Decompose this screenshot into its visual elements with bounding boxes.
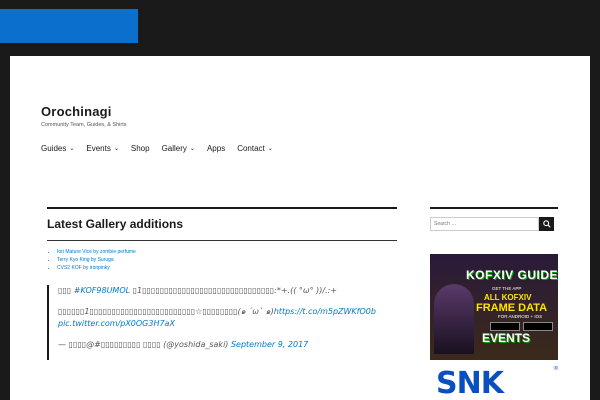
section-title: Latest Gallery additions (47, 217, 184, 231)
nav-item-events[interactable]: Events ⌄ (86, 144, 119, 153)
hashtag-link[interactable]: #KOF98UMOL (74, 286, 130, 295)
nav-item-label: Apps (206, 144, 226, 153)
promo-all-kofxiv: ALL KOFXIV (484, 293, 532, 302)
promo-platforms: FOR ANDROID + IOS (498, 314, 543, 319)
nav-item-label: Gallery (161, 144, 187, 153)
tweet-url-link[interactable]: https://t.co/m5pZWKfO0b (274, 307, 376, 316)
promo-title: KOFXIV GUIDE (466, 268, 558, 282)
snk-logo-text: SNK (436, 366, 504, 396)
search-icon (542, 220, 551, 228)
snk-sponsor-logo[interactable]: SNK ® (430, 366, 558, 396)
tweet-text: ▯▯▯▯▯▯1▯▯▯▯▯▯▯▯▯▯▯▯▯▯▯▯▯▯▯▯▯▯▯▯☆▯▯▯▯▯▯▯▯… (58, 307, 274, 316)
nav-item-guides[interactable]: Guides ⌄ (41, 144, 74, 153)
nav-item-label: Guides (41, 144, 67, 153)
gallery-section: Latest Gallery additions Iori Mature Vic… (47, 207, 397, 273)
character-art (434, 284, 474, 354)
nav-item-shop[interactable]: Shop (131, 144, 150, 153)
store-badges (490, 322, 553, 331)
tweet-byline: — ▯▯▯▯@#▯▯▯▯▯▯▯▯▯ ▯▯▯▯ (@yoshida_saki) S… (58, 339, 408, 351)
chevron-down-icon: ⌄ (189, 146, 195, 152)
chevron-down-icon: ⌄ (69, 146, 75, 152)
chevron-down-icon: ⌄ (113, 146, 119, 152)
search-input[interactable] (430, 217, 539, 231)
gallery-link[interactable]: CVS2 KOF by ironpinky (57, 265, 110, 271)
tweet-author: — ▯▯▯▯@#▯▯▯▯▯▯▯▯▯ ▯▯▯▯ (@yoshida_saki) (58, 340, 231, 349)
nav-item-apps[interactable]: Apps (207, 144, 225, 153)
section-divider (47, 207, 397, 209)
app-store-badge (490, 322, 520, 331)
gallery-list: Iori Mature Vice by zombie perfume Terry… (47, 249, 397, 271)
nav-item-label: Contact (237, 144, 265, 153)
promo-get-app: GET THE APP (492, 286, 522, 291)
site-description: Community Team, Guides, & Shirts (41, 122, 127, 128)
nav-item-contact[interactable]: Contact ⌄ (237, 144, 273, 153)
tweet-date-link[interactable]: September 9, 2017 (231, 340, 308, 349)
embedded-tweet: ▯▯▯ #KOF98UMOL ▯1▯▯▯▯▯▯▯▯▯▯▯▯▯▯▯▯▯▯▯▯▯▯▯… (47, 285, 408, 360)
section-title-underline (47, 240, 397, 241)
tweet-text: ▯1▯▯▯▯▯▯▯▯▯▯▯▯▯▯▯▯▯▯▯▯▯▯▯▯▯▯▯▯▯▯:*+.(( °… (130, 286, 338, 295)
promo-events: EVENTS (482, 331, 531, 345)
tweet-pic-link[interactable]: pic.twitter.com/pX0OG3H7aX (58, 319, 175, 328)
promo-frame-data: FRAME DATA (476, 302, 548, 314)
tweet-line: ▯▯▯▯▯▯1▯▯▯▯▯▯▯▯▯▯▯▯▯▯▯▯▯▯▯▯▯▯▯▯☆▯▯▯▯▯▯▯▯… (58, 306, 408, 330)
search-form (430, 217, 558, 231)
nav-item-label: Shop (130, 144, 150, 153)
page-container: Orochinagi Community Team, Guides, & Shi… (10, 56, 590, 400)
tweet-line: ▯▯▯ #KOF98UMOL ▯1▯▯▯▯▯▯▯▯▯▯▯▯▯▯▯▯▯▯▯▯▯▯▯… (58, 285, 408, 297)
sidebar: KOFXIV GUIDE GET THE APP ALL KOFXIV FRAM… (430, 207, 558, 396)
chevron-down-icon: ⌄ (267, 146, 273, 152)
main-navigation: Guides ⌄ Events ⌄ Shop Gallery ⌄ Apps Co… (41, 144, 285, 153)
list-item: Terry Kyo King by Suruga (57, 257, 397, 263)
gallery-link[interactable]: Terry Kyo King by Suruga (57, 257, 114, 263)
search-button[interactable] (539, 217, 554, 231)
sidebar-divider (430, 207, 558, 209)
nav-item-gallery[interactable]: Gallery ⌄ (162, 144, 195, 153)
nav-item-label: Events (86, 144, 111, 153)
gallery-link[interactable]: Iori Mature Vice by zombie perfume (57, 249, 136, 255)
tweet-text: ▯▯▯ (58, 286, 74, 295)
list-item: CVS2 KOF by ironpinky (57, 265, 397, 271)
google-play-badge (523, 322, 553, 331)
list-item: Iori Mature Vice by zombie perfume (57, 249, 397, 255)
site-title[interactable]: Orochinagi (41, 104, 112, 119)
registered-mark: ® (553, 366, 558, 372)
top-bar-button[interactable] (0, 9, 138, 43)
kofxiv-guide-banner[interactable]: KOFXIV GUIDE GET THE APP ALL KOFXIV FRAM… (430, 254, 558, 360)
